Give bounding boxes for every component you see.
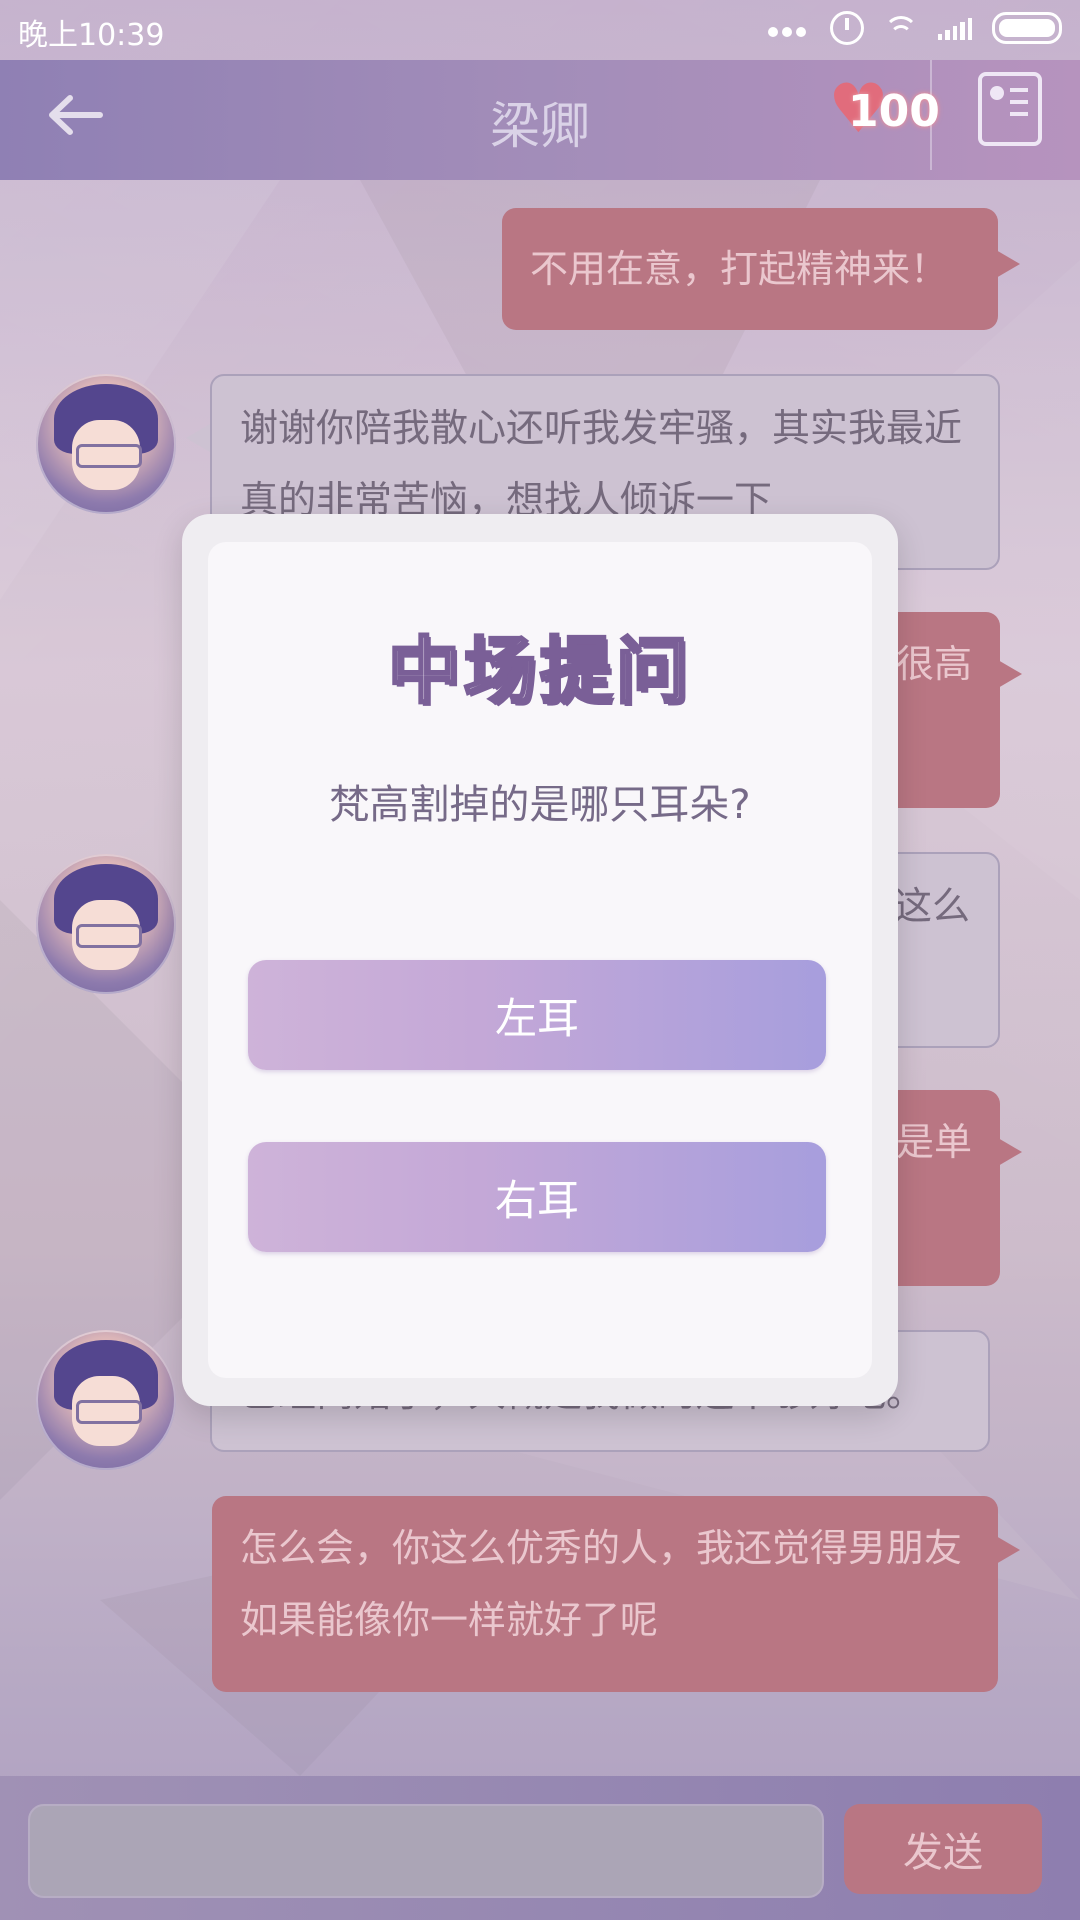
quiz-modal: 中场提问 梵高割掉的是哪只耳朵? 左耳 右耳: [182, 514, 898, 1406]
answer-option-right-ear[interactable]: 右耳: [248, 1142, 826, 1252]
answer-option-left-ear[interactable]: 左耳: [248, 960, 826, 1070]
quiz-modal-content: 中场提问 梵高割掉的是哪只耳朵? 左耳 右耳: [208, 542, 872, 1378]
quiz-question: 梵高割掉的是哪只耳朵?: [329, 782, 751, 828]
quiz-title: 中场提问: [386, 628, 692, 715]
